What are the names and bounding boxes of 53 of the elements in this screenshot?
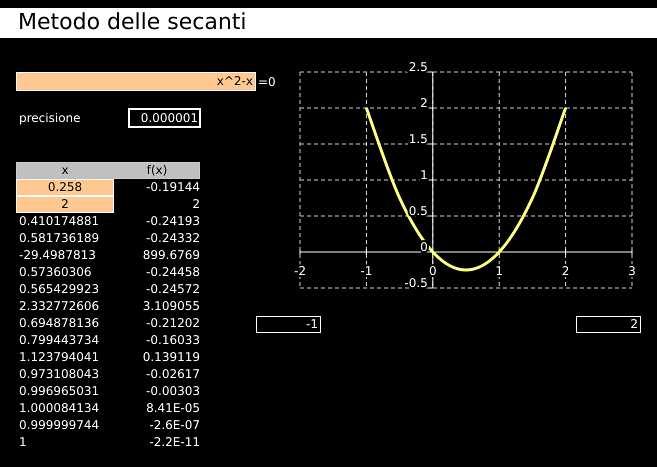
table-cell-text: 1.000084134 bbox=[18, 400, 100, 417]
x-tick-label: -1 bbox=[360, 264, 372, 278]
table-cell-text: -2.2E-11 bbox=[148, 434, 200, 451]
table-cell-text: 0.799443734 bbox=[18, 332, 100, 349]
y-tick-label: 1.5 bbox=[408, 132, 428, 146]
table-cell-text: 0.139119 bbox=[142, 349, 200, 366]
table-cell-text: 0.694878136 bbox=[18, 315, 100, 332]
y-tick-label: -0.5 bbox=[404, 276, 428, 290]
x-tick-label: 3 bbox=[628, 264, 636, 278]
table-cell-text: 0.973108043 bbox=[18, 366, 100, 383]
equation-field[interactable]: x^2-x bbox=[16, 72, 256, 91]
table-cell-text: 2.332772606 bbox=[18, 298, 100, 315]
table-cell-text: 0.999999744 bbox=[18, 417, 100, 434]
table-cell-text: 1.123794041 bbox=[18, 349, 100, 366]
x-tick-label: 1 bbox=[495, 264, 504, 278]
table-cell-text: 899.6769 bbox=[142, 247, 200, 264]
table-cell-text: -0.19144 bbox=[145, 179, 200, 196]
table-cell-text: 0.410174881 bbox=[18, 213, 100, 230]
range-max-field[interactable]: 2 bbox=[576, 316, 641, 333]
table-cell-text: -29.4987813 bbox=[18, 247, 97, 264]
equation-suffix: =0 bbox=[258, 74, 276, 88]
table-cell-text: 0.57360306 bbox=[18, 264, 93, 281]
table-cell-text: -0.00303 bbox=[145, 383, 200, 400]
y-tick-label: 0 bbox=[420, 240, 428, 254]
precision-label: precisione bbox=[19, 111, 81, 125]
table-cell-text: 1 bbox=[18, 434, 28, 451]
y-tick-label: 2.5 bbox=[408, 62, 428, 74]
initial-value-field[interactable]: 2 bbox=[16, 196, 114, 213]
table-cell-text: 0.996965031 bbox=[18, 383, 100, 400]
table-cell-text: 2 bbox=[191, 196, 200, 213]
column-header: x bbox=[60, 162, 70, 179]
column-header: f(x) bbox=[146, 162, 168, 179]
y-tick-label: 1 bbox=[420, 168, 428, 182]
initial-value-field[interactable]: 0.258 bbox=[16, 179, 114, 196]
table-cell-text: -0.21202 bbox=[145, 315, 200, 332]
precision-field[interactable]: 0.000001 bbox=[128, 108, 201, 128]
table-cell-text: 8.41E-05 bbox=[145, 400, 200, 417]
table-cell-text: 3.109055 bbox=[142, 298, 200, 315]
table-cell-text: -0.24572 bbox=[145, 281, 200, 298]
table-cell-text: -0.24458 bbox=[145, 264, 200, 281]
x-tick-label: 2 bbox=[562, 264, 570, 278]
y-tick-label: 0.5 bbox=[408, 204, 428, 218]
y-tick-label: 2 bbox=[420, 96, 428, 110]
table-cell-text: -0.16033 bbox=[145, 332, 200, 349]
table-cell-text: 0.581736189 bbox=[18, 230, 100, 247]
table-cell-text: -0.24193 bbox=[145, 213, 200, 230]
x-tick-label: -2 bbox=[294, 264, 306, 278]
table-cell-text: 0.565429923 bbox=[18, 281, 100, 298]
table-cell-text: -0.02617 bbox=[145, 366, 200, 383]
table-cell-text: -2.6E-07 bbox=[148, 417, 200, 434]
window-title: Metodo delle secanti bbox=[0, 8, 657, 38]
range-min-field[interactable]: -1 bbox=[256, 316, 321, 333]
table-cell-text: -0.24332 bbox=[145, 230, 200, 247]
